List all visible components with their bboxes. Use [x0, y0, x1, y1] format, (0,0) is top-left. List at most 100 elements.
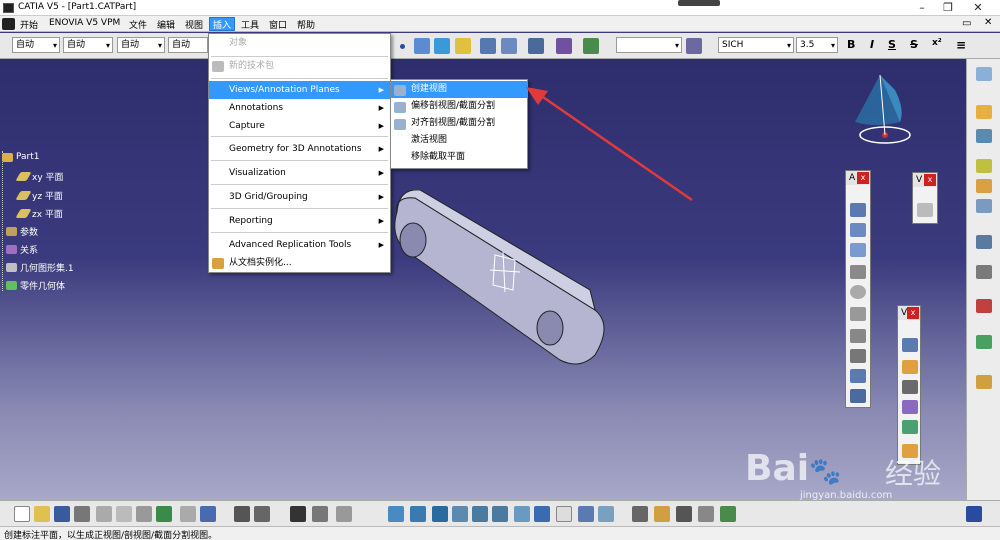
menu-item-reporting[interactable]: Reporting ▶ [209, 212, 390, 230]
toolbar-icon[interactable] [976, 159, 992, 173]
palette-tool-icon[interactable] [902, 380, 918, 394]
help-icon[interactable] [200, 506, 216, 522]
quick-view-icon[interactable] [556, 506, 572, 522]
paste-icon[interactable] [136, 506, 152, 522]
cut-icon[interactable] [96, 506, 112, 522]
palette-tool-icon[interactable] [902, 420, 918, 434]
rotate-icon[interactable] [452, 506, 468, 522]
iso-view-icon[interactable] [534, 506, 550, 522]
submenu-item-aligned-section[interactable]: 对齐剖视图/截面分割 [391, 115, 527, 132]
palette-tool-icon[interactable] [850, 389, 866, 403]
palette-tool-icon[interactable] [917, 203, 933, 217]
toolbar-icon[interactable] [976, 235, 992, 249]
menu-start[interactable]: 开始 [17, 18, 41, 31]
close-button[interactable]: ✕ [968, 1, 988, 14]
toolbar-icon[interactable] [976, 179, 992, 193]
menu-item-instantiate[interactable]: 从文档实例化... [209, 254, 390, 272]
apply-material-icon[interactable] [676, 506, 692, 522]
menu-item-views-annotation-planes[interactable]: Views/Annotation Planes ▶ [209, 81, 390, 99]
compass-widget[interactable] [845, 70, 915, 150]
superscript-button[interactable]: x² [932, 38, 942, 48]
toolbar-icon[interactable] [976, 375, 992, 389]
combo-2[interactable]: 自动 ▾ [63, 37, 113, 53]
toolbar-icon[interactable] [976, 129, 992, 143]
hide-show-icon[interactable] [598, 506, 614, 522]
palette-tool-icon[interactable] [850, 369, 866, 383]
zoom-in-icon[interactable] [472, 506, 488, 522]
catia-icon[interactable] [976, 335, 992, 349]
submenu-item-remove-clipping[interactable]: 移除截取平面 [391, 149, 527, 166]
close-icon[interactable]: x [907, 307, 919, 319]
shape-icon[interactable] [455, 38, 471, 54]
style-combo[interactable]: ▾ [616, 37, 682, 53]
tree-item-body[interactable]: 零件几何体 [6, 279, 65, 292]
tree-item-params[interactable]: 参数 [6, 225, 38, 238]
menu-tools[interactable]: 工具 [238, 18, 262, 31]
save-icon[interactable] [54, 506, 70, 522]
part-model[interactable] [385, 190, 615, 370]
arc-icon[interactable] [434, 38, 450, 54]
toolbar-icon[interactable] [976, 299, 992, 313]
close-doc-icon[interactable]: ✕ [984, 17, 992, 28]
tree-item-geoset[interactable]: 几何图形集.1 [6, 261, 74, 274]
palette-tool-icon[interactable] [850, 223, 866, 237]
toolbar-icon[interactable] [976, 67, 992, 81]
copy-icon[interactable] [116, 506, 132, 522]
dot-icon[interactable] [400, 44, 405, 49]
palette-tool-icon[interactable] [850, 349, 866, 363]
menu-item-3d-grid[interactable]: 3D Grid/Grouping ▶ [209, 188, 390, 206]
settings-icon[interactable] [632, 506, 648, 522]
redo-icon[interactable] [180, 506, 196, 522]
measure-icon[interactable] [654, 506, 670, 522]
tree-icon[interactable] [312, 506, 328, 522]
tool-icon[interactable] [720, 506, 736, 522]
open-icon[interactable] [34, 506, 50, 522]
tree-item-xy[interactable]: xy 平面 [15, 170, 64, 183]
new-icon[interactable] [14, 506, 30, 522]
undo-icon[interactable] [156, 506, 172, 522]
normal-view-icon[interactable] [514, 506, 530, 522]
palette-tool-icon[interactable] [850, 307, 866, 321]
menu-enovia[interactable]: ENOVIA V5 VPM [46, 18, 123, 28]
submenu-item-activate-view[interactable]: 激活视图 [391, 132, 527, 149]
align-button[interactable]: ≡ [956, 38, 966, 52]
shading-icon[interactable] [578, 506, 594, 522]
restore-doc-icon[interactable]: ▭ [962, 18, 971, 29]
menu-window[interactable]: 窗口 [266, 18, 290, 31]
bold-button[interactable]: B [847, 38, 855, 51]
fly-icon[interactable] [388, 506, 404, 522]
fit-all-icon[interactable] [410, 506, 426, 522]
menu-file[interactable]: 文件 [126, 18, 150, 31]
maximize-button[interactable]: ❐ [938, 1, 958, 14]
print-icon[interactable] [74, 506, 90, 522]
curve-icon[interactable] [414, 38, 430, 54]
underline-button[interactable]: S [888, 38, 896, 51]
menu-item-capture[interactable]: Capture ▶ [209, 117, 390, 135]
toolbar-icon[interactable] [976, 265, 992, 279]
tree-item-zx[interactable]: zx 平面 [15, 207, 63, 220]
tree-item-yz[interactable]: yz 平面 [15, 189, 63, 202]
formula-icon[interactable] [234, 506, 250, 522]
palette-tool-icon[interactable] [850, 285, 866, 299]
view-icon-2[interactable] [501, 38, 517, 54]
catia-3ds-icon[interactable] [966, 506, 982, 522]
menu-item-advanced-replication[interactable]: Advanced Replication Tools ▶ [209, 236, 390, 254]
menu-view[interactable]: 视图 [182, 18, 206, 31]
lock-icon[interactable] [336, 506, 352, 522]
italic-button[interactable]: I [870, 38, 874, 51]
menu-item-annotations[interactable]: Annotations ▶ [209, 99, 390, 117]
strike-button[interactable]: S [910, 38, 918, 51]
view-icon-1[interactable] [480, 38, 496, 54]
font-size-combo[interactable]: 3.5 ▾ [796, 37, 838, 53]
menu-item-geometry-3d[interactable]: Geometry for 3D Annotations ▶ [209, 140, 390, 158]
menu-item-visualization[interactable]: Visualization ▶ [209, 164, 390, 182]
minimize-button[interactable]: – [912, 1, 932, 14]
toolbar-icon[interactable] [976, 199, 992, 213]
palette-tool-icon[interactable] [850, 265, 866, 279]
app-menu-icon[interactable] [2, 18, 15, 30]
palette-tool-icon[interactable] [902, 400, 918, 414]
palette-tool-icon[interactable] [902, 360, 918, 374]
pan-icon[interactable] [432, 506, 448, 522]
brush-icon[interactable] [686, 38, 702, 54]
render-icon[interactable] [528, 38, 544, 54]
